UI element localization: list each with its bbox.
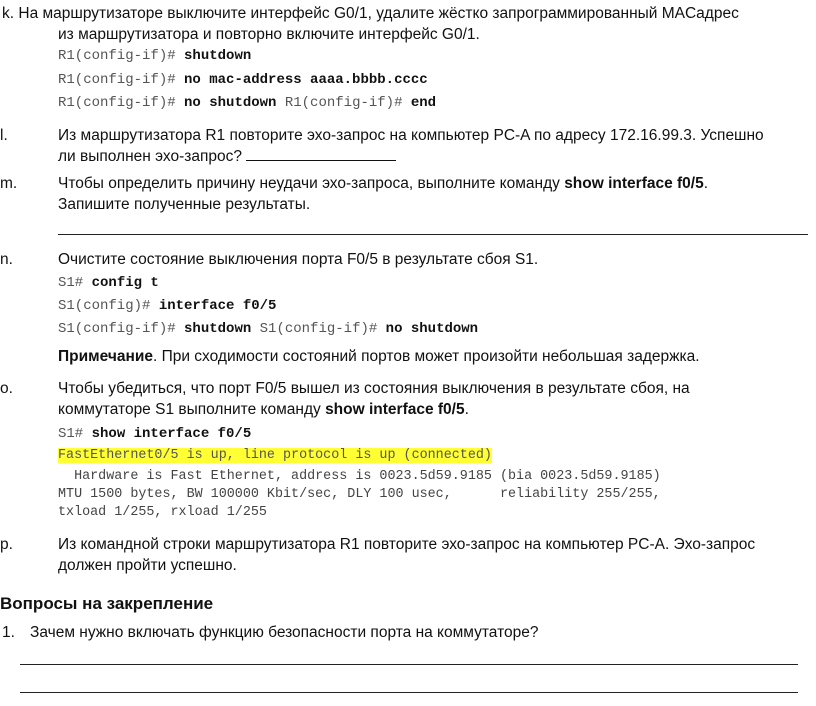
- step-k-marker: k.: [2, 5, 15, 22]
- cli-command: shutdown: [184, 321, 252, 337]
- cli-command: show interface f0/5: [91, 426, 252, 442]
- step-n-text-line1: Очистите состояние выключения порта F0/5…: [58, 251, 539, 268]
- step-l-text-line1: Из маршрутизатора R1 повторите эхо-запро…: [58, 127, 764, 144]
- step-l-marker: l.: [0, 127, 8, 144]
- cli-command: no shutdown: [385, 321, 479, 337]
- step-k-text-line2: из маршрутизатора и повторно включите ин…: [58, 26, 480, 43]
- cli-output-line: Hardware is Fast Ethernet, address is 00…: [58, 469, 661, 484]
- cli-line: S1(config)# interface f0/5: [58, 297, 276, 315]
- cli-prompt: S1#: [58, 426, 92, 442]
- step-m-text-line2: Запишите полученные результаты.: [58, 196, 311, 213]
- cli-output-line: MTU 1500 bytes, BW 100000 Kbit/sec, DLY …: [58, 487, 661, 502]
- step-o-command: show interface f0/5: [325, 401, 465, 418]
- cli-line: S1# config t: [58, 274, 159, 292]
- cli-command: config t: [91, 275, 159, 291]
- answer-line[interactable]: [20, 664, 798, 665]
- cli-prompt: S1(config-if)#: [251, 321, 386, 337]
- answer-line[interactable]: [20, 692, 798, 693]
- step-p-marker: p.: [0, 536, 13, 553]
- cli-command: no shutdown: [184, 95, 277, 111]
- note-text: . При сходимости состояний портов может …: [152, 348, 700, 365]
- step-o-text-post: .: [464, 401, 469, 418]
- step-m-command: show interface f0/5: [564, 175, 704, 192]
- cli-output-line: txload 1/255, rxload 1/255: [58, 505, 267, 520]
- note: Примечание. При сходимости состояний пор…: [58, 348, 700, 366]
- cli-output-highlight: FastEthernet0/5 is up, line protocol is …: [58, 447, 492, 465]
- question-marker: 1.: [2, 624, 15, 641]
- cli-prompt: S1#: [58, 275, 92, 291]
- step-n-marker: n.: [0, 251, 13, 268]
- cli-command: shutdown: [184, 48, 252, 64]
- cli-line: R1(config-if)# no mac-address aaaa.bbbb.…: [58, 71, 428, 89]
- cli-command: interface f0/5: [158, 298, 277, 314]
- cli-line: S1(config-if)# shutdown S1(config-if)# n…: [58, 320, 478, 338]
- cli-line: R1(config-if)# shutdown: [58, 47, 251, 65]
- step-o-marker: o.: [0, 380, 13, 397]
- cli-line: R1(config-if)# no shutdown R1(config-if)…: [58, 94, 436, 112]
- cli-command: no mac-address aaaa.bbbb.cccc: [184, 72, 428, 88]
- step-m-text-post: .: [703, 175, 709, 192]
- step-m-marker: m.: [0, 175, 18, 192]
- step-o-text-line1: Чтобы убедиться, что порт F0/5 вышел из …: [58, 380, 690, 397]
- step-o-text-pre: коммутаторе S1 выполните команду: [58, 401, 326, 418]
- highlighted-status: FastEthernet0/5 is up, line protocol is …: [58, 448, 492, 463]
- cli-prompt: R1(config-if)#: [58, 72, 185, 88]
- step-l-text-line2: ли выполнен эхо-запрос?: [58, 148, 242, 165]
- step-p-text-line1: Из командной строки маршрутизатора R1 по…: [58, 536, 756, 553]
- answer-blank[interactable]: [246, 146, 397, 161]
- step-m-text-pre: Чтобы определить причину неудачи эхо-зап…: [58, 175, 565, 192]
- question-text: Зачем нужно включать функцию безопасност…: [30, 624, 539, 641]
- cli-command: end: [410, 95, 437, 111]
- cli-prompt: S1(config-if)#: [58, 321, 185, 337]
- cli-prompt: R1(config-if)#: [58, 95, 185, 111]
- cli-prompt: R1(config-if)#: [276, 95, 411, 111]
- step-k-text-line1: На маршрутизаторе выключите интерфейс G0…: [18, 5, 739, 22]
- section-heading: Вопросы на закрепление: [0, 594, 214, 613]
- cli-line: S1# show interface f0/5: [58, 425, 251, 443]
- cli-prompt: S1(config)#: [58, 298, 159, 314]
- cli-prompt: R1(config-if)#: [58, 48, 185, 64]
- step-p-text-line2: должен пройти успешно.: [58, 557, 237, 574]
- answer-line[interactable]: [58, 234, 808, 235]
- note-label: Примечание: [58, 348, 153, 365]
